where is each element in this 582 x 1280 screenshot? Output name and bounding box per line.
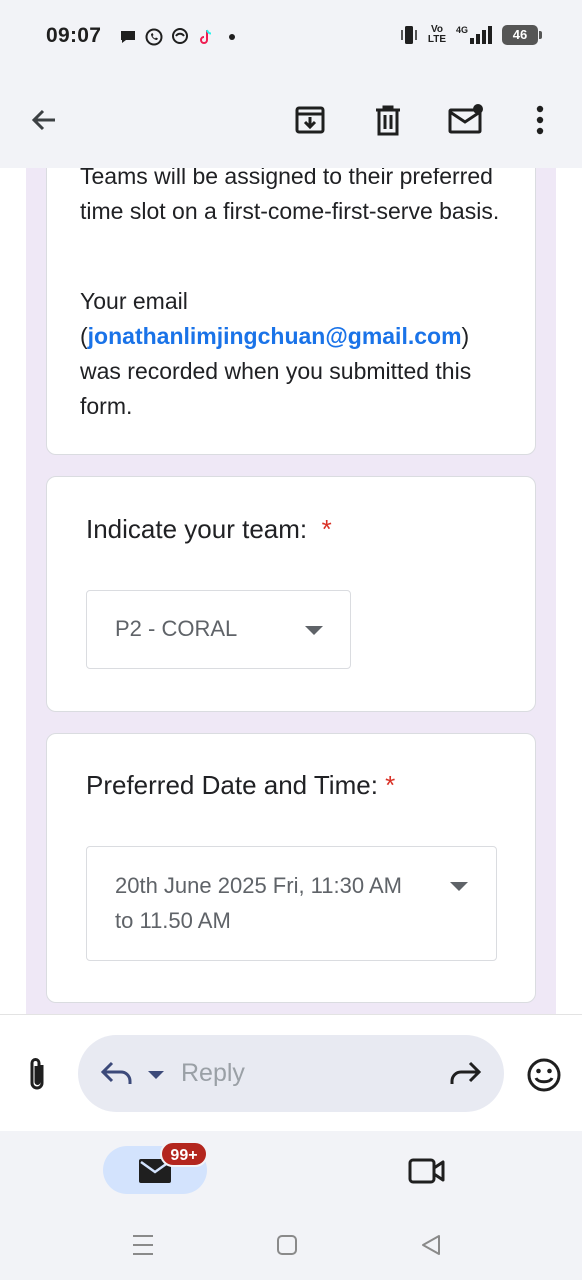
archive-icon	[295, 106, 325, 134]
reply-icon[interactable]	[100, 1059, 134, 1087]
system-navigation-bar	[0, 1211, 582, 1280]
team-select[interactable]: P2 - CORAL	[86, 590, 351, 669]
reply-bar: Reply	[0, 1014, 582, 1131]
back-button[interactable]	[20, 96, 68, 144]
datetime-question-label: Preferred Date and Time:	[86, 770, 378, 800]
status-time: 09:07	[46, 24, 102, 47]
video-camera-icon[interactable]	[408, 1156, 446, 1186]
delete-button[interactable]	[364, 96, 412, 144]
battery-indicator: 46	[502, 25, 542, 45]
team-question-label: Indicate your team:	[86, 514, 308, 544]
circle-app-icon	[172, 28, 188, 44]
more-dot-icon	[229, 34, 235, 40]
team-question-title: Indicate your team: *	[86, 514, 332, 545]
emoji-icon[interactable]	[526, 1057, 562, 1093]
trash-icon	[376, 105, 400, 136]
form-intro-card: Teams will be assigned to their preferre…	[46, 168, 536, 455]
datetime-select[interactable]: 20th June 2025 Fri, 11:30 AM to 11.50 AM	[86, 846, 497, 961]
datetime-question-card: Preferred Date and Time: * 20th June 202…	[46, 733, 536, 1003]
volte-indicator: Vo LTE	[427, 24, 447, 45]
mark-unread-button[interactable]	[442, 96, 490, 144]
back-triangle-icon[interactable]	[420, 1233, 442, 1257]
email-link[interactable]: jonathanlimjingchuan@gmail.com	[88, 323, 462, 349]
datetime-question-title: Preferred Date and Time: *	[86, 770, 395, 801]
vibrate-icon	[401, 26, 417, 44]
paperclip-icon[interactable]	[20, 1055, 56, 1095]
notification-icons	[118, 27, 242, 47]
email-body[interactable]: Teams will be assigned to their preferre…	[0, 168, 582, 1014]
more-vert-icon	[536, 105, 544, 135]
reply-placeholder: Reply	[181, 1059, 245, 1087]
required-asterisk: *	[385, 770, 396, 800]
status-right: Vo LTE 4G 46	[400, 24, 542, 46]
status-bar: 09:07 Vo LTE 4G 46	[0, 0, 582, 72]
chevron-down-icon	[450, 882, 468, 891]
datetime-select-value: 20th June 2025 Fri, 11:30 AM to 11.50 AM	[115, 873, 402, 933]
tiktok-icon	[200, 29, 212, 44]
reply-options-dropdown-icon[interactable]	[148, 1071, 164, 1079]
required-asterisk: *	[321, 514, 332, 544]
mail-unread-icon	[448, 104, 483, 134]
more-options-button[interactable]	[516, 96, 564, 144]
chevron-down-icon	[305, 626, 323, 635]
forward-icon[interactable]	[448, 1059, 482, 1087]
team-select-value: P2 - CORAL	[115, 616, 238, 641]
top-app-bar	[0, 72, 582, 168]
bottom-navigation: 99+	[0, 1131, 582, 1211]
unread-count-badge: 99+	[160, 1141, 208, 1167]
whatsapp-icon	[145, 28, 163, 46]
arrow-left-icon	[31, 109, 55, 131]
signal-icon: 4G	[456, 25, 492, 44]
intro-text: Teams will be assigned to their preferre…	[80, 168, 500, 224]
team-question-card: Indicate your team: * P2 - CORAL	[46, 476, 536, 712]
email-recorded-text: Your email (jonathanlimjingchuan@gmail.c…	[80, 284, 510, 424]
home-icon[interactable]	[276, 1233, 298, 1257]
reply-input[interactable]: Reply	[78, 1035, 504, 1112]
recent-apps-icon[interactable]	[132, 1233, 154, 1257]
archive-button[interactable]	[286, 96, 334, 144]
svg-text:4G: 4G	[456, 25, 468, 35]
chat-bubble-icon	[121, 31, 135, 43]
